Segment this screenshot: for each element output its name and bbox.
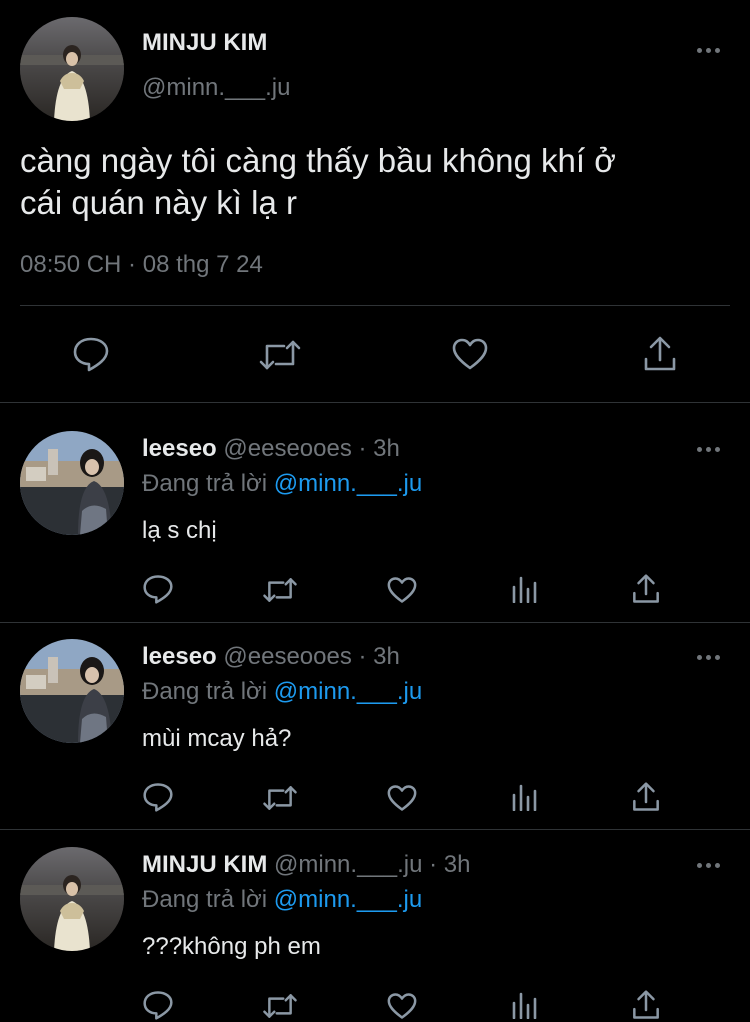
like-icon[interactable] — [451, 337, 489, 371]
replying-to: Đang trả lời @minn.___.ju — [142, 470, 422, 498]
more-options-icon[interactable] — [693, 650, 723, 664]
tweet-text-line-1: càng ngày tôi càng thấy bầu không khí ở — [20, 142, 616, 179]
timestamp[interactable]: 08:50 CH · 08 thg 7 24 — [20, 251, 263, 279]
replying-prefix: Đang trả lời — [142, 886, 268, 913]
replying-to-link[interactable]: @minn.___.ju — [274, 678, 422, 705]
avatar[interactable] — [20, 431, 124, 535]
reply-text: mùi mcay hả? — [142, 725, 292, 752]
tweet-text-line-2: cái quán này kì lạ r — [20, 184, 297, 221]
more-options-icon[interactable] — [693, 858, 723, 872]
replying-to-link[interactable]: @minn.___.ju — [274, 886, 422, 913]
reply-icon[interactable] — [142, 990, 174, 1020]
replying-prefix: Đang trả lời — [142, 470, 268, 497]
divider — [20, 305, 730, 306]
reply-header: leeseo @eeseooes · 3h — [142, 435, 400, 463]
share-icon[interactable] — [631, 573, 661, 605]
avatar[interactable] — [20, 17, 124, 121]
replying-to: Đang trả lời @minn.___.ju — [142, 678, 422, 706]
like-icon[interactable] — [386, 992, 418, 1020]
avatar[interactable] — [20, 847, 124, 951]
reply-text: lạ s chị — [142, 517, 217, 544]
divider — [0, 622, 750, 623]
handle[interactable]: @minn.___.ju — [142, 74, 290, 102]
analytics-icon[interactable] — [511, 575, 537, 603]
retweet-icon[interactable] — [258, 338, 302, 372]
more-options-icon[interactable] — [693, 442, 723, 456]
handle[interactable]: @eeseooes — [223, 643, 351, 670]
divider — [0, 829, 750, 830]
share-icon[interactable] — [631, 989, 661, 1021]
retweet-icon[interactable] — [262, 784, 298, 812]
divider — [0, 402, 750, 403]
post-time[interactable]: · 3h — [359, 435, 400, 462]
more-options-icon[interactable] — [693, 43, 723, 57]
post-time[interactable]: · 3h — [359, 643, 400, 670]
analytics-icon[interactable] — [511, 783, 537, 811]
replying-to-link[interactable]: @minn.___.ju — [274, 470, 422, 497]
handle[interactable]: @minn.___.ju — [274, 851, 422, 878]
display-name[interactable]: MINJU KIM — [142, 851, 267, 878]
retweet-icon[interactable] — [262, 576, 298, 604]
share-icon[interactable] — [642, 335, 678, 373]
replying-prefix: Đang trả lời — [142, 678, 268, 705]
display-name[interactable]: leeseo — [142, 435, 217, 462]
reply-header: leeseo @eeseooes · 3h — [142, 643, 400, 671]
like-icon[interactable] — [386, 576, 418, 604]
share-icon[interactable] — [631, 781, 661, 813]
reply-text: ???không ph em — [142, 933, 321, 960]
display-name[interactable]: MINJU KIM — [142, 29, 267, 57]
replying-to: Đang trả lời @minn.___.ju — [142, 886, 422, 914]
reply-header: MINJU KIM @minn.___.ju · 3h — [142, 851, 471, 879]
avatar[interactable] — [20, 639, 124, 743]
post-time[interactable]: · 3h — [429, 851, 470, 878]
handle[interactable]: @eeseooes — [223, 435, 351, 462]
like-icon[interactable] — [386, 784, 418, 812]
analytics-icon[interactable] — [511, 991, 537, 1019]
reply-icon[interactable] — [142, 574, 174, 604]
retweet-icon[interactable] — [262, 992, 298, 1020]
reply-icon[interactable] — [142, 782, 174, 812]
reply-icon[interactable] — [72, 336, 110, 372]
display-name[interactable]: leeseo — [142, 643, 217, 670]
